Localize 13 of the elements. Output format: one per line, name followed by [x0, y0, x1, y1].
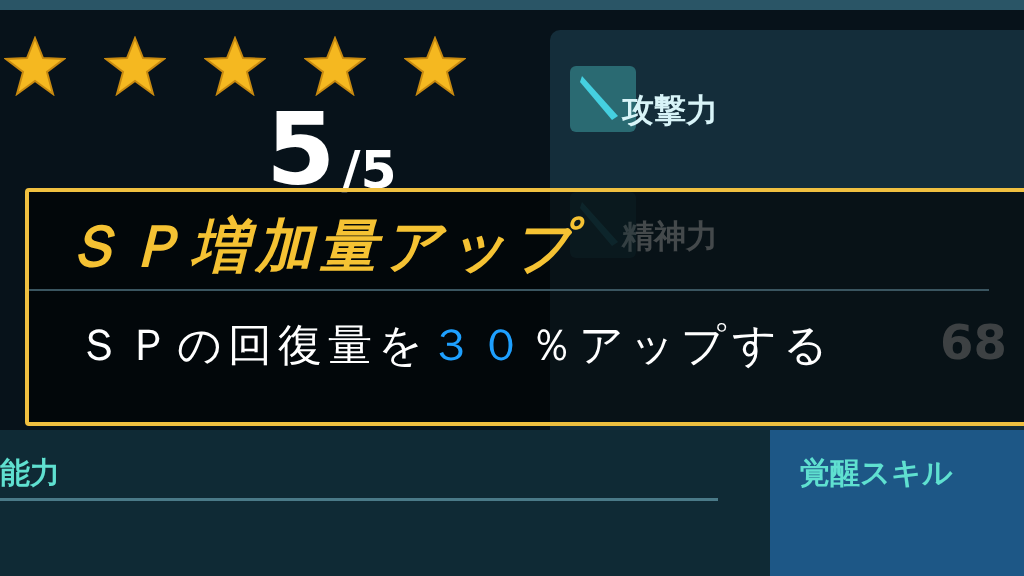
section-title: 覚醒スキル [800, 455, 953, 490]
star-icon [204, 36, 266, 96]
rank-number: 5 [266, 100, 336, 200]
stat-label: 精神力 [622, 216, 718, 257]
star-icon [104, 36, 166, 96]
section-title: 能力 [0, 458, 60, 488]
stat-label: 攻撃力 [622, 90, 718, 131]
popup-title: ＳＰ増加量アップ [63, 206, 594, 287]
star-icon [404, 36, 466, 96]
popup-description: ＳＰの回復量を ３０％アップする [77, 322, 834, 367]
rank-max: /5 [341, 144, 397, 196]
star-icon [4, 36, 66, 96]
star-icon [304, 36, 366, 96]
